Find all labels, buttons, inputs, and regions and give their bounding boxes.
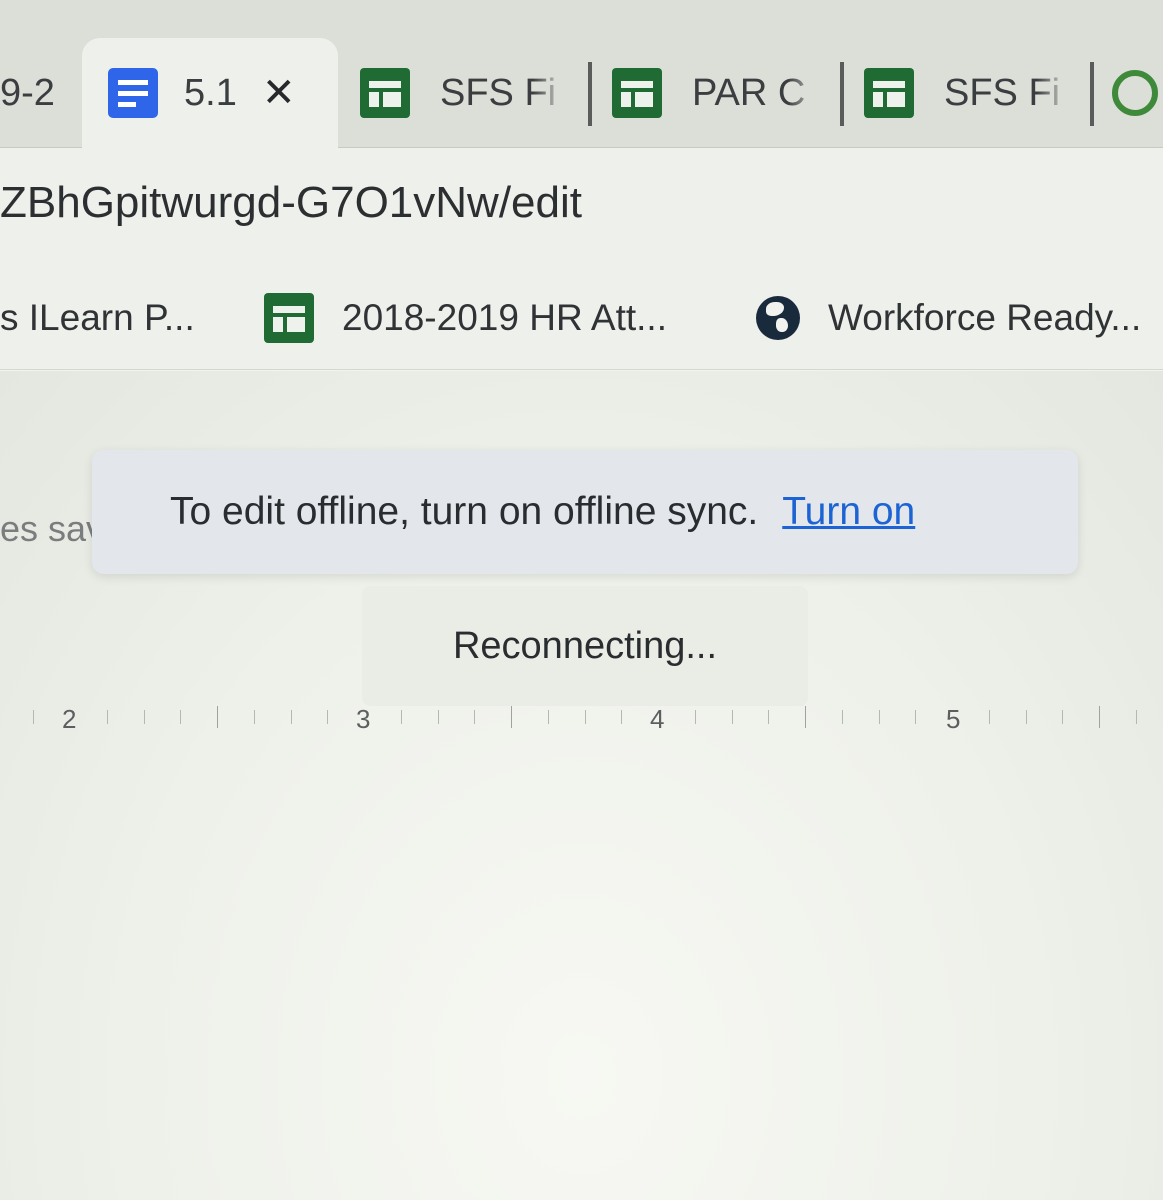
ruler-tick	[327, 710, 329, 724]
ruler-tick	[878, 710, 880, 724]
ruler-tick	[1135, 710, 1137, 724]
ruler-tick	[694, 710, 696, 724]
ruler-tick	[584, 710, 586, 724]
ruler-tick	[988, 710, 990, 724]
tab-active-document[interactable]: 5.1! ✕	[82, 38, 338, 148]
ruler-tick	[1099, 706, 1100, 728]
bookmark-ilearn[interactable]: s ILearn P...	[0, 290, 195, 346]
ruler-number: 4	[650, 704, 665, 734]
tab-separator	[1090, 62, 1094, 126]
offline-message: To edit offline, turn on offline sync.	[170, 490, 759, 533]
tab-title: SFS Fi	[944, 71, 1061, 114]
ruler-number: 5	[946, 704, 961, 734]
ruler-tick	[400, 710, 402, 724]
ruler-tick	[143, 710, 145, 724]
save-status: es sav	[0, 508, 105, 549]
tab-title: SFS Fi	[440, 71, 557, 114]
ruler-tick	[621, 710, 623, 724]
tab-title: 5.1!	[184, 71, 236, 114]
connection-status-text: Reconnecting...	[452, 624, 718, 667]
ruler-tick	[768, 710, 770, 724]
ruler-tick	[547, 710, 549, 724]
ruler-tick	[106, 710, 108, 724]
ruler-tick	[180, 710, 182, 724]
ruler-number: 2	[62, 704, 77, 734]
ruler-tick	[290, 710, 292, 724]
ruler-tick	[805, 706, 806, 728]
ruler-tick	[1062, 710, 1064, 724]
ruler-tick	[217, 706, 218, 728]
tab-strip: 9-2 5.1! ✕ SFS Fi PAR C SFS Fi	[0, 0, 1163, 148]
ruler-tick	[1025, 710, 1027, 724]
ruler[interactable]: 2 3 4 5	[0, 700, 1163, 736]
bookmark-label: 2018-2019 HR Att...	[342, 297, 667, 338]
ruler-number: 3	[356, 704, 371, 734]
tab-5[interactable]: SFS Fi	[864, 38, 1080, 148]
ruler-tick	[437, 710, 439, 724]
bookmark-label: s ILearn P...	[0, 297, 195, 338]
bookmark-label: Workforce Ready...	[828, 297, 1142, 338]
tab-separator	[840, 62, 844, 126]
sheets-icon	[612, 68, 662, 118]
ruler-tick	[511, 706, 512, 728]
globe-icon	[756, 296, 800, 340]
site-logo-icon	[1112, 70, 1158, 116]
bookmark-workforce-ready[interactable]: Workforce Ready...	[756, 290, 1141, 346]
docs-icon	[108, 68, 158, 118]
ruler-tick	[474, 710, 476, 724]
close-tab-icon[interactable]: ✕	[262, 70, 296, 116]
tab-title: 9-2	[0, 71, 55, 114]
sheets-icon	[864, 68, 914, 118]
sheets-icon	[264, 293, 314, 343]
tab-title: PAR C	[692, 71, 806, 114]
ruler-tick	[841, 710, 843, 724]
ruler-tick	[915, 710, 917, 724]
ruler-tick	[253, 710, 255, 724]
ruler-tick	[33, 710, 35, 724]
tab-1[interactable]: 9-2	[0, 38, 80, 148]
tab-3[interactable]: SFS Fi	[360, 38, 580, 148]
bookmark-hr-attendance[interactable]: 2018-2019 HR Att...	[264, 290, 667, 346]
tab-6[interactable]	[1112, 38, 1163, 148]
tab-separator	[588, 62, 592, 126]
ruler-tick	[731, 710, 733, 724]
sheets-icon	[360, 68, 410, 118]
tab-4[interactable]: PAR C	[612, 38, 830, 148]
url-text[interactable]: ZBhGpitwurgd-G7O1vNw/edit	[0, 178, 582, 228]
offline-sync-banner: To edit offline, turn on offline sync. T…	[92, 450, 1078, 574]
reconnecting-status: Reconnecting...	[362, 586, 808, 706]
turn-on-link[interactable]: Turn on	[782, 490, 915, 534]
